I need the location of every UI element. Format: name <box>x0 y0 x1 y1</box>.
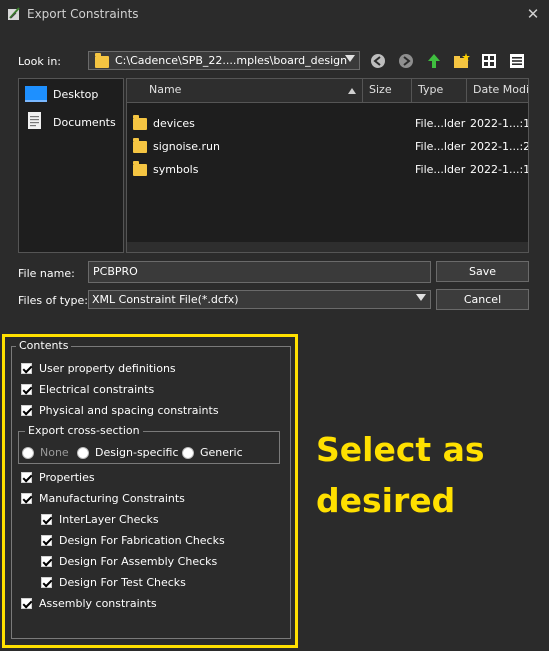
checkbox[interactable] <box>41 556 52 567</box>
folder-icon <box>133 138 147 153</box>
place-label: Desktop <box>53 88 99 101</box>
file-type: File...lder <box>415 140 466 153</box>
save-button[interactable]: Save <box>436 261 529 282</box>
column-header-type[interactable]: Type <box>412 79 467 103</box>
callout-line-2: desired <box>316 481 456 520</box>
option-properties: Properties <box>39 471 95 484</box>
file-row[interactable]: devices File...lder 2022-1...:10 <box>127 113 528 135</box>
radio-label-generic: Generic <box>200 446 243 459</box>
folder-icon <box>133 161 147 176</box>
option-physical-spacing-constraints: Physical and spacing constraints <box>39 404 219 417</box>
contents-title: Contents <box>16 339 72 352</box>
documents-icon <box>28 112 41 129</box>
detail-view-icon[interactable] <box>508 52 526 70</box>
chevron-down-icon[interactable] <box>345 55 355 62</box>
file-type: File...lder <box>415 117 466 130</box>
file-list: Name Size Type Date Modif devices File..… <box>126 78 529 253</box>
option-dfm-checks: Design For Fabrication Checks <box>59 534 225 547</box>
chevron-down-icon[interactable] <box>416 294 426 301</box>
sort-ascending-icon <box>348 88 356 94</box>
column-header-name[interactable]: Name <box>127 79 363 103</box>
file-name-input[interactable]: PCBPRO <box>88 261 431 283</box>
places-sidebar: Desktop Documents <box>18 78 124 253</box>
cancel-button[interactable]: Cancel <box>436 289 529 310</box>
option-dft-checks: Design For Test Checks <box>59 576 186 589</box>
file-row[interactable]: signoise.run File...lder 2022-1...:28 <box>127 136 528 158</box>
file-type-value: XML Constraint File(*.dcfx) <box>92 293 239 306</box>
checkbox[interactable] <box>41 514 52 525</box>
file-type-dropdown[interactable]: XML Constraint File(*.dcfx) <box>88 290 431 309</box>
option-electrical-constraints: Electrical constraints <box>39 383 155 396</box>
option-dfa-checks: Design For Assembly Checks <box>59 555 218 568</box>
option-interlayer-checks: InterLayer Checks <box>59 513 159 526</box>
column-header-size[interactable]: Size <box>363 79 412 103</box>
checkbox[interactable] <box>21 598 32 609</box>
desktop-icon <box>25 86 47 102</box>
option-user-property-definitions: User property definitions <box>39 362 176 375</box>
folder-icon <box>95 53 109 68</box>
column-header-date[interactable]: Date Modif <box>467 79 528 103</box>
callout-line-1: Select as <box>316 430 485 469</box>
file-name: signoise.run <box>153 140 220 153</box>
file-date: 2022-1...:10 <box>470 163 528 176</box>
checkbox[interactable] <box>21 472 32 483</box>
forward-icon[interactable] <box>397 52 415 70</box>
window-title: Export Constraints <box>27 7 139 21</box>
cross-section-title: Export cross-section <box>25 424 143 437</box>
file-name: symbols <box>153 163 199 176</box>
look-in-path: C:\Cadence\SPB_22....mples\board_design <box>115 54 348 67</box>
option-manufacturing-constraints: Manufacturing Constraints <box>39 492 185 505</box>
checkbox[interactable] <box>21 384 32 395</box>
folder-icon <box>133 115 147 130</box>
close-icon[interactable]: ✕ <box>522 3 544 25</box>
look-in-dropdown[interactable]: C:\Cadence\SPB_22....mples\board_design <box>88 51 360 70</box>
app-icon <box>6 6 22 22</box>
file-date: 2022-1...:28 <box>470 140 528 153</box>
place-label: Documents <box>53 116 116 129</box>
checkbox[interactable] <box>21 363 32 374</box>
file-type: File...lder <box>415 163 466 176</box>
horizontal-scrollbar[interactable] <box>127 242 528 252</box>
file-name-label: File name: <box>18 267 75 280</box>
back-icon[interactable] <box>369 52 387 70</box>
list-view-icon[interactable] <box>480 52 498 70</box>
file-type-label: Files of type: <box>18 294 89 307</box>
file-row[interactable]: symbols File...lder 2022-1...:10 <box>127 159 528 181</box>
new-folder-icon[interactable] <box>452 52 470 70</box>
place-desktop[interactable]: Desktop <box>23 84 121 106</box>
radio-generic[interactable] <box>182 447 194 459</box>
callout-text: Select as desired <box>316 424 546 526</box>
checkbox[interactable] <box>41 577 52 588</box>
radio-design-specific[interactable] <box>77 447 89 459</box>
up-folder-icon[interactable] <box>425 52 443 70</box>
file-date: 2022-1...:10 <box>470 117 528 130</box>
checkbox[interactable] <box>41 535 52 546</box>
file-name: devices <box>153 117 195 130</box>
radio-label-design-specific: Design-specific <box>95 446 179 459</box>
checkbox[interactable] <box>21 405 32 416</box>
radio-none[interactable] <box>22 447 34 459</box>
look-in-label: Look in: <box>18 55 61 68</box>
radio-label-none: None <box>40 446 69 459</box>
option-assembly-constraints: Assembly constraints <box>39 597 157 610</box>
checkbox[interactable] <box>21 493 32 504</box>
place-documents[interactable]: Documents <box>23 112 121 134</box>
